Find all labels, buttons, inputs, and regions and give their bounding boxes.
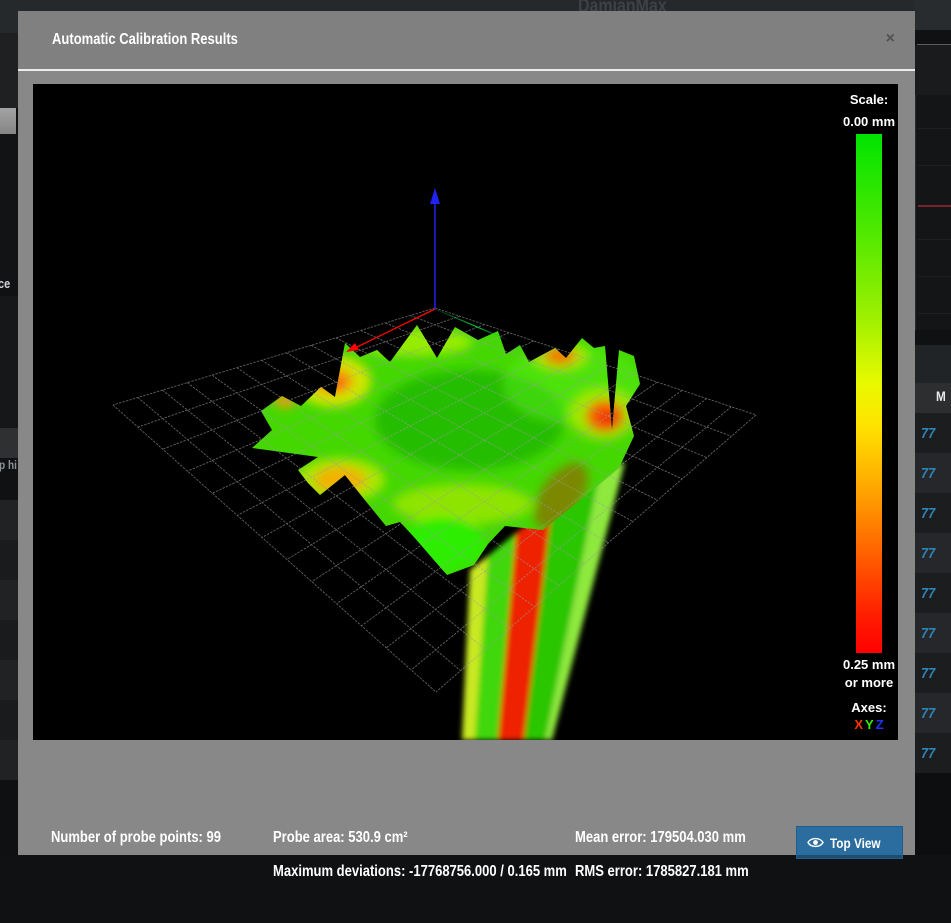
close-icon[interactable]: × [886,31,895,47]
bg-left-panel [0,296,18,428]
scale-min-label: 0.00 mm [843,114,895,129]
bg-left-panel [0,134,18,280]
scale-max-label: 0.25 mm [843,657,895,672]
bg-right-panel [915,330,951,345]
calibration-results-modal: Automatic Calibration Results × [18,11,915,855]
axis-x-label: X [854,717,863,732]
bg-table-rows: 777777777777777777 [915,413,951,773]
bg-table-row: 77 [915,533,951,573]
top-view-button[interactable]: Top View [796,826,903,859]
bg-left-text-fragment: ce [0,276,10,291]
scale-label: Scale: [850,92,888,107]
bg-table-row: 77 [915,613,951,653]
stat-probe-area: Probe area: 530.9 cm² [273,823,626,853]
bg-table-row: 77 [915,413,951,453]
axes-letters: XYZ [853,717,884,732]
axis-y-label: Y [865,717,874,732]
calibration-stats: Number of probe points: 99 Probe area: 5… [51,823,918,923]
bg-left-text-fragment: p hi [0,458,17,472]
modal-title: Automatic Calibration Results [52,11,238,69]
bg-chart-line [918,205,951,207]
bg-table-row: 77 [915,653,951,693]
bg-chart-panel [915,95,951,330]
stat-max-deviations: Maximum deviations: -17768756.000 / 0.16… [273,857,569,887]
top-view-label: Top View [830,835,881,851]
modal-body: Scale: 0.00 mm 0.25 mm or more Axes: XYZ… [18,71,915,740]
bg-left-button-fragment [0,108,16,134]
bg-table-row [915,345,951,383]
y-axis-arrow [435,309,510,341]
scale-max-label2: or more [845,675,893,690]
bg-right-panel [915,0,951,30]
bg-table-header: M [915,383,951,413]
color-scale-bar [856,134,882,653]
bg-left-panel [0,780,18,855]
bg-table-row: 77 [915,733,951,773]
bg-left-panel [0,33,18,108]
eye-icon [807,836,824,849]
bg-table-row: 77 [915,573,951,613]
stat-rms-error: RMS error: 1785827.181 mm [575,857,749,887]
bg-left-table-rows [0,500,18,780]
stat-mean-error: Mean error: 179504.030 mm [575,823,749,853]
bg-left-panel [0,428,18,458]
modal-header: Automatic Calibration Results × [18,11,915,71]
bg-table-row: 77 [915,493,951,533]
heightmap-3d-view[interactable]: Scale: 0.00 mm 0.25 mm or more Axes: XYZ [33,84,898,740]
axes-label: Axes: [851,700,886,715]
stat-probe-points: Number of probe points: 99 [51,823,221,853]
bg-table-row: 77 [915,693,951,733]
bg-table-row: 77 [915,453,951,493]
bg-right-panel [915,773,951,855]
bg-right-panel [915,30,951,44]
bg-right-panel [915,45,951,95]
axis-z-label: Z [876,717,884,732]
heightmap-canvas [33,84,898,740]
